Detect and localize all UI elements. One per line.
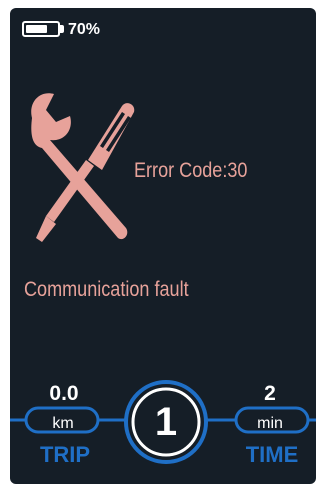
battery-icon — [22, 21, 66, 39]
wrench-screwdriver-icon — [31, 93, 135, 242]
error-code: Error Code:30 — [134, 159, 248, 182]
trip-label: TRIP — [39, 442, 91, 467]
time-label: TIME — [245, 442, 299, 467]
battery-body — [22, 21, 60, 37]
time-unit: min — [257, 415, 283, 432]
battery-tip — [60, 25, 64, 33]
battery-percent: 70% — [68, 21, 101, 38]
trip-unit: km — [52, 415, 74, 432]
battery-fill — [26, 25, 47, 33]
trip-value: 0.0 — [49, 382, 79, 405]
time-value: 2 — [264, 382, 276, 405]
assist-level: 1 — [154, 400, 178, 444]
display-screen: 70% Error Code:30 Communication fault 0.… — [10, 8, 316, 484]
error-message: Communication fault — [24, 278, 189, 301]
